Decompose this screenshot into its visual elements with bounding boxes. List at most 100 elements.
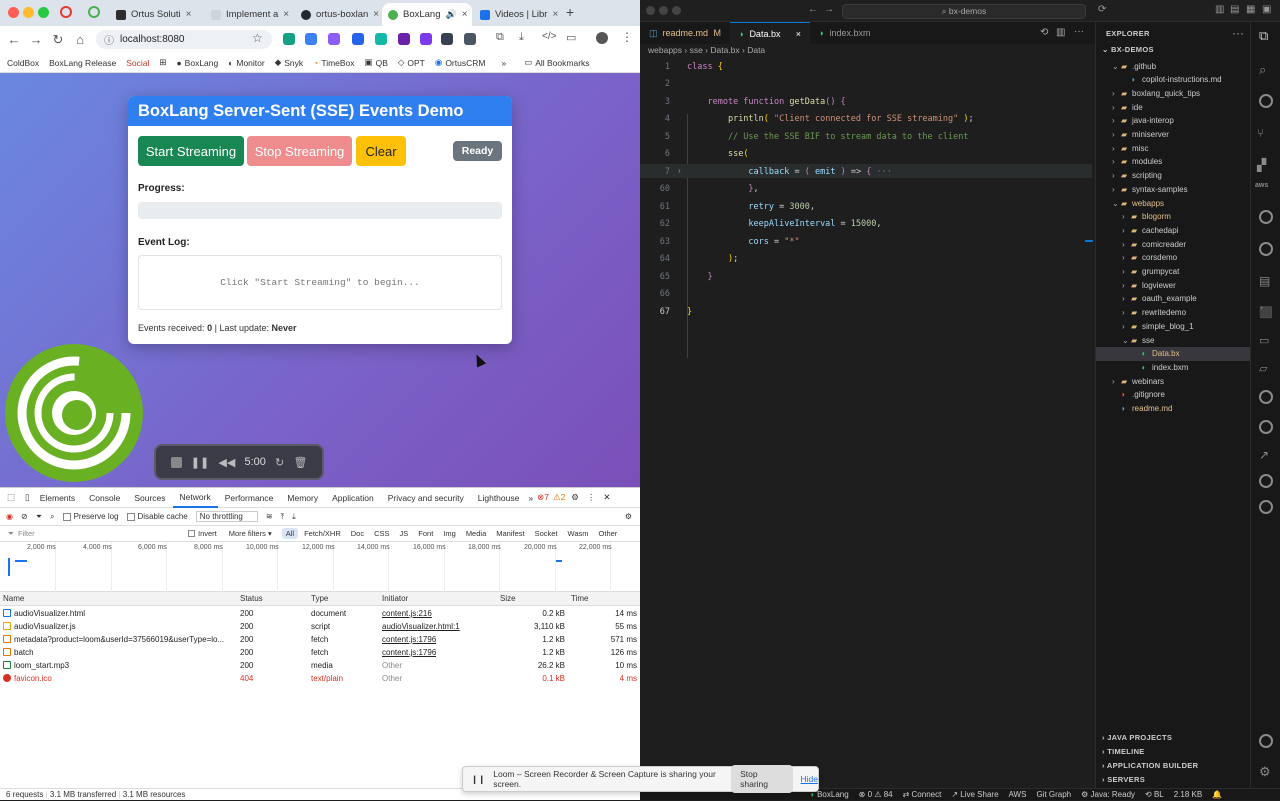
testing-icon[interactable]: [1259, 242, 1273, 256]
copilot-icon[interactable]: ⟳: [1098, 4, 1106, 15]
filter-media[interactable]: Media: [462, 528, 490, 539]
more-actions-icon[interactable]: ···: [1232, 26, 1244, 40]
tab-privacy[interactable]: Privacy and security: [381, 493, 471, 503]
invert-checkbox[interactable]: Invert: [188, 529, 217, 538]
explorer-icon[interactable]: ⧉: [1259, 28, 1268, 44]
bookmark-boxlang-release[interactable]: BoxLang Release: [49, 58, 116, 68]
section-application-builder[interactable]: › APPLICATION BUILDER: [1102, 761, 1198, 770]
warning-count[interactable]: ⚠2: [551, 492, 567, 503]
workspace-root[interactable]: ⌄ BX-DEMOS: [1102, 45, 1154, 54]
filter-css[interactable]: CSS: [370, 528, 393, 539]
bookmark-qb[interactable]: ▣ QB: [365, 57, 388, 68]
table-row[interactable]: loom_start.mp3 200 media Other 26.2 kB 1…: [0, 660, 640, 673]
extension-icon[interactable]: [328, 33, 340, 45]
section-timeline[interactable]: › TIMELINE: [1102, 747, 1145, 756]
close-icon[interactable]: ×: [552, 9, 558, 20]
table-row[interactable]: favicon.ico 404 text/plain Other 0.1 kB …: [0, 673, 640, 686]
tree-item[interactable]: › ▰ scripting: [1096, 169, 1251, 183]
account-icon[interactable]: [1259, 734, 1273, 748]
forward-icon[interactable]: →: [25, 32, 47, 47]
back-icon[interactable]: ←: [3, 32, 25, 47]
rewind-icon[interactable]: ◀◀: [218, 456, 235, 469]
tab-application[interactable]: Application: [325, 493, 381, 503]
scrollbar-marker[interactable]: [1085, 240, 1093, 242]
layout-panel-icon[interactable]: ▤: [1230, 4, 1239, 15]
throttling-select[interactable]: No throttling: [195, 511, 258, 522]
filter-img[interactable]: Img: [439, 528, 460, 539]
tree-item[interactable]: ◗ .gitignore: [1096, 388, 1251, 402]
bookmark-ortuscrm[interactable]: ◉ OrtusCRM: [435, 57, 486, 68]
col-name[interactable]: Name: [3, 594, 24, 603]
aws-status[interactable]: AWS: [1009, 790, 1027, 799]
site-info-icon[interactable]: ⓘ: [104, 32, 114, 47]
java-status[interactable]: ⚙ Java: Ready: [1081, 790, 1135, 799]
extension-icon[interactable]: [352, 33, 364, 45]
manage-gear-icon[interactable]: ⚙: [1259, 764, 1271, 780]
filter-other[interactable]: Other: [595, 528, 622, 539]
filter-manifest[interactable]: Manifest: [492, 528, 528, 539]
network-settings-icon[interactable]: ⚙: [625, 512, 632, 521]
more-filters-dropdown[interactable]: More filters ▾: [229, 529, 272, 538]
tab-index-bxm[interactable]: ◗ index.bxm: [810, 22, 885, 44]
customize-layout-icon[interactable]: ▣: [1262, 4, 1271, 15]
bookmark-coldbox[interactable]: ColdBox: [7, 58, 39, 68]
tree-item[interactable]: › ▰ ide: [1096, 100, 1251, 114]
tree-item[interactable]: › ▰ cachedapi: [1096, 223, 1251, 237]
table-row[interactable]: metadata?product=loom&userId=37566019&us…: [0, 634, 640, 647]
start-streaming-button[interactable]: Start Streaming: [138, 136, 244, 166]
wifi-icon[interactable]: ≋: [266, 512, 273, 521]
tab-boxlang[interactable]: BoxLang 🔊 ×: [382, 3, 472, 26]
tree-item[interactable]: › ▰ miniserver: [1096, 128, 1251, 142]
sidepanel-icon[interactable]: ▭: [566, 31, 576, 44]
bookmark-star-icon[interactable]: ☆: [252, 31, 263, 45]
inspect-icon[interactable]: ⬚: [0, 492, 22, 503]
tab-data-bx[interactable]: ◗ Data.bx ×: [730, 22, 810, 44]
download-icon[interactable]: ⤓: [519, 31, 524, 44]
hide-button[interactable]: Hide: [801, 774, 818, 784]
col-type[interactable]: Type: [311, 594, 328, 603]
restart-icon[interactable]: ↻: [275, 456, 284, 469]
close-icon[interactable]: ×: [373, 9, 379, 20]
zoom-window-button[interactable]: [38, 7, 49, 18]
table-row[interactable]: audioVisualizer.html 200 document conten…: [0, 608, 640, 621]
connect-status[interactable]: ⇄ Connect: [903, 790, 942, 799]
bookmarks-overflow-icon[interactable]: »: [501, 58, 506, 68]
extension-icon[interactable]: [398, 33, 410, 45]
tree-item[interactable]: ◗ index.bxm: [1096, 360, 1251, 374]
tab-performance[interactable]: Performance: [218, 493, 281, 503]
layout-secondary-icon[interactable]: ▦: [1246, 4, 1255, 15]
git-badge-icon[interactable]: ⬛: [1259, 306, 1273, 319]
tree-item[interactable]: › ▰ oauth_example: [1096, 292, 1251, 306]
layout-sidebar-icon[interactable]: ▥: [1215, 4, 1224, 15]
tab-sources[interactable]: Sources: [127, 493, 172, 503]
nav-forward-icon[interactable]: →: [824, 4, 834, 15]
audio-icon[interactable]: 🔊: [446, 9, 457, 20]
tree-item[interactable]: › ▰ grumpycat: [1096, 265, 1251, 279]
extension-icon[interactable]: [283, 33, 295, 45]
tree-item[interactable]: › ▰ blogorm: [1096, 210, 1251, 224]
breadcrumb[interactable]: webapps › sse › Data.bx › Data: [648, 45, 765, 55]
tab-elements[interactable]: Elements: [33, 493, 82, 503]
nav-back-icon[interactable]: ←: [808, 4, 818, 15]
stop-streaming-button[interactable]: Stop Streaming: [247, 136, 352, 166]
close-icon[interactable]: ×: [796, 29, 801, 39]
window-close-icon[interactable]: [646, 6, 655, 15]
bookmark-social[interactable]: Social: [126, 58, 149, 68]
tree-item[interactable]: ◗ copilot-instructions.md: [1096, 73, 1251, 87]
tree-item[interactable]: › ▰ java-interop: [1096, 114, 1251, 128]
tab-memory[interactable]: Memory: [280, 493, 325, 503]
filter-icon[interactable]: ⏷: [36, 512, 42, 522]
bookmark-timebox[interactable]: ◔ TimeBox: [313, 58, 354, 68]
tree-item[interactable]: › ▰ comicreader: [1096, 237, 1251, 251]
tab-github[interactable]: ortus-boxlan ×: [295, 3, 380, 26]
reload-icon[interactable]: ↻: [47, 32, 69, 48]
command-center-search[interactable]: ⌕ bx-demos: [842, 4, 1086, 19]
all-bookmarks[interactable]: ▭ All Bookmarks: [524, 57, 589, 68]
boxlang-icon[interactable]: [1259, 94, 1273, 108]
filter-input[interactable]: ⏷ Filter: [0, 529, 180, 539]
run-debug-icon[interactable]: [1259, 210, 1273, 224]
live-share-icon[interactable]: [1259, 500, 1273, 514]
git-graph-status[interactable]: Git Graph: [1036, 790, 1071, 799]
col-size[interactable]: Size: [500, 594, 516, 603]
extension-icon[interactable]: [420, 33, 432, 45]
